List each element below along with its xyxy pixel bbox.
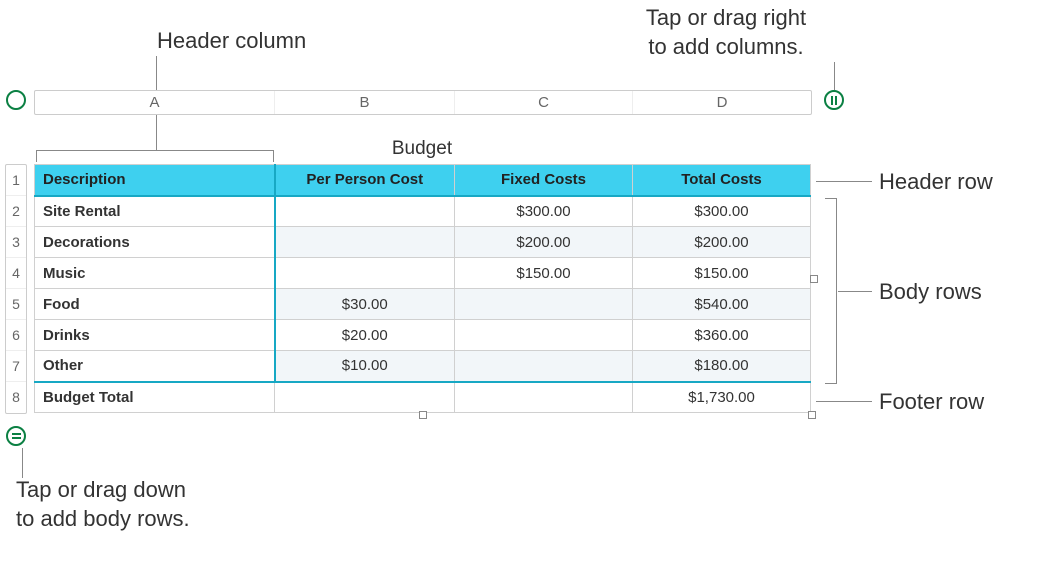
cell[interactable]: $300.00 — [633, 196, 811, 227]
col-letter-c[interactable]: C — [455, 91, 633, 114]
header-total-costs[interactable]: Total Costs — [633, 165, 811, 196]
table-title[interactable]: Budget — [34, 138, 810, 160]
cell[interactable]: $10.00 — [275, 351, 455, 382]
cell[interactable] — [455, 289, 633, 320]
footer-row: Budget Total $1,730.00 — [35, 382, 811, 413]
selection-handle[interactable] — [419, 411, 427, 419]
cell[interactable] — [275, 227, 455, 258]
table-row: Music $150.00 $150.00 — [35, 258, 811, 289]
cell[interactable]: $360.00 — [633, 320, 811, 351]
cell[interactable]: Music — [35, 258, 275, 289]
callout-footer-row: Footer row — [879, 388, 984, 417]
cell[interactable] — [455, 320, 633, 351]
header-row: Description Per Person Cost Fixed Costs … — [35, 165, 811, 196]
row-num-5[interactable]: 5 — [6, 289, 26, 320]
header-description[interactable]: Description — [35, 165, 275, 196]
table-row: Drinks $20.00 $360.00 — [35, 320, 811, 351]
cell[interactable]: Site Rental — [35, 196, 275, 227]
cell[interactable]: $200.00 — [633, 227, 811, 258]
row-num-8[interactable]: 8 — [6, 382, 26, 413]
table-row: Other $10.00 $180.00 — [35, 351, 811, 382]
table-row: Site Rental $300.00 $300.00 — [35, 196, 811, 227]
callout-add-rows: Tap or drag down to add body rows. — [16, 476, 190, 533]
table-row: Food $30.00 $540.00 — [35, 289, 811, 320]
table-row: Decorations $200.00 $200.00 — [35, 227, 811, 258]
cell[interactable]: $150.00 — [455, 258, 633, 289]
cell[interactable]: $180.00 — [633, 351, 811, 382]
budget-table: Description Per Person Cost Fixed Costs … — [34, 164, 811, 413]
callout-add-columns: Tap or drag right to add columns. — [616, 4, 836, 61]
add-columns-handle[interactable] — [824, 90, 844, 110]
cell[interactable] — [455, 382, 633, 413]
row-numbers: 1 2 3 4 5 6 7 8 — [5, 164, 27, 414]
cell[interactable]: $150.00 — [633, 258, 811, 289]
callout-body-rows: Body rows — [879, 278, 982, 307]
col-letter-b[interactable]: B — [275, 91, 455, 114]
row-num-3[interactable]: 3 — [6, 227, 26, 258]
selection-handle[interactable] — [810, 275, 818, 283]
leader-line — [834, 62, 835, 90]
row-num-2[interactable]: 2 — [6, 196, 26, 227]
cell[interactable]: $540.00 — [633, 289, 811, 320]
cell[interactable] — [275, 382, 455, 413]
cell[interactable]: $20.00 — [275, 320, 455, 351]
header-per-person[interactable]: Per Person Cost — [275, 165, 455, 196]
corner-handle[interactable] — [6, 90, 26, 110]
cell[interactable] — [275, 196, 455, 227]
col-letter-a[interactable]: A — [35, 91, 275, 114]
leader-line — [838, 291, 872, 292]
column-letters: A B C D — [34, 90, 812, 115]
row-num-6[interactable]: 6 — [6, 320, 26, 351]
callout-header-column: Header column — [157, 27, 306, 56]
cell[interactable]: $300.00 — [455, 196, 633, 227]
selection-handle[interactable] — [808, 411, 816, 419]
leader-line — [816, 181, 872, 182]
row-num-1[interactable]: 1 — [6, 165, 26, 196]
header-fixed-costs[interactable]: Fixed Costs — [455, 165, 633, 196]
col-letter-d[interactable]: D — [633, 91, 811, 114]
cell[interactable]: Food — [35, 289, 275, 320]
cell[interactable]: $200.00 — [455, 227, 633, 258]
cell[interactable]: Decorations — [35, 227, 275, 258]
callout-header-row: Header row — [879, 168, 993, 197]
leader-line — [816, 401, 872, 402]
row-num-4[interactable]: 4 — [6, 258, 26, 289]
cell[interactable] — [455, 351, 633, 382]
add-rows-handle[interactable] — [6, 426, 26, 446]
cell[interactable]: Other — [35, 351, 275, 382]
cell[interactable]: Drinks — [35, 320, 275, 351]
bracket-body-rows — [825, 198, 837, 384]
leader-line — [22, 448, 23, 478]
row-num-7[interactable]: 7 — [6, 351, 26, 382]
cell-budget-total-value[interactable]: $1,730.00 — [633, 382, 811, 413]
cell-budget-total-label[interactable]: Budget Total — [35, 382, 275, 413]
cell[interactable] — [275, 258, 455, 289]
cell[interactable]: $30.00 — [275, 289, 455, 320]
